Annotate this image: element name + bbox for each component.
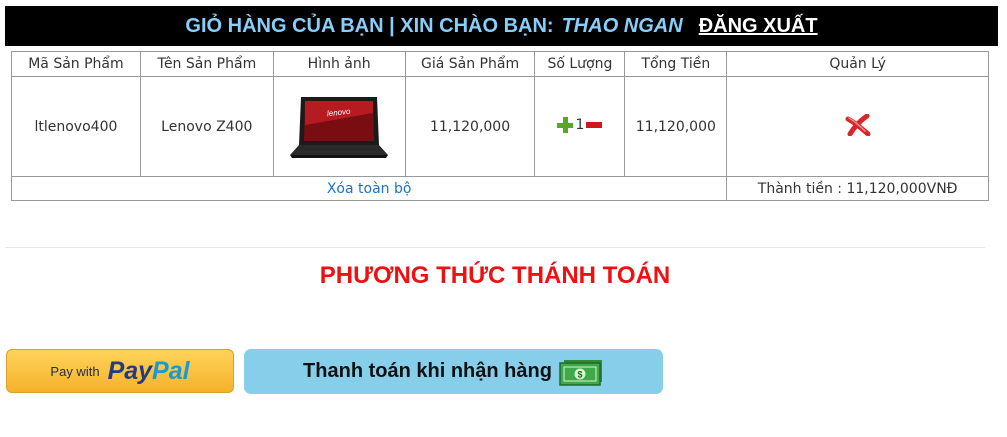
cart-header: GIỎ HÀNG CỦA BẠN | XIN CHÀO BẠN: THAO NG… — [5, 6, 998, 46]
paypal-prefix: Pay with — [50, 363, 100, 379]
column-header-price: Giá Sản Phẩm — [404, 51, 536, 77]
cart-table: Mã Sản Phẩm Tên Sản Phẩm Hình ảnh Giá Sả… — [10, 51, 989, 201]
table-header-row: Mã Sản Phẩm Tên Sản Phẩm Hình ảnh Giá Sả… — [11, 51, 989, 77]
quantity-cell: 1 — [534, 76, 626, 177]
delete-icon[interactable] — [845, 113, 871, 136]
username: THAO NGAN — [561, 14, 683, 37]
paypal-logo: PayPal — [108, 357, 190, 386]
product-image-cell: lenovo — [272, 76, 406, 177]
column-header-quantity: Số Lượng — [534, 51, 626, 77]
minus-icon[interactable] — [586, 121, 603, 128]
product-name: Lenovo Z400 — [139, 76, 274, 177]
logout-link[interactable]: ĐĂNG XUẤT — [699, 15, 818, 38]
cash-icon: $ — [559, 359, 602, 386]
column-header-name: Tên Sản Phẩm — [139, 51, 274, 77]
column-header-manage: Quản Lý — [726, 51, 989, 77]
product-price: 11,120,000 — [404, 76, 536, 177]
manage-cell — [726, 76, 989, 177]
cash-on-delivery-button[interactable]: Thanh toán khi nhận hàng $ — [244, 349, 663, 394]
quantity-stepper: 1 — [557, 116, 603, 133]
paypal-logo-part2: Pal — [152, 356, 190, 385]
cart-title: GIỎ HÀNG CỦA BẠN | XIN CHÀO BẠN: — [185, 14, 554, 37]
table-footer-row: Xóa toàn bộ Thành tiền : 11,120,000VNĐ — [10, 176, 989, 201]
column-header-total: Tổng Tiền — [624, 51, 728, 77]
svg-text:$: $ — [577, 369, 582, 379]
product-image: lenovo — [290, 96, 389, 158]
clear-all-link[interactable]: Xóa toàn bộ — [327, 181, 412, 197]
payment-heading: PHƯƠNG THỨC THÁNH TOÁN — [319, 262, 671, 289]
plus-icon[interactable] — [557, 116, 574, 133]
grand-total: Thành tiền : 11,120,000VNĐ — [726, 176, 989, 201]
paypal-button[interactable]: Pay with PayPal — [6, 349, 234, 393]
clear-all-cell: Xóa toàn bộ — [10, 176, 728, 201]
cod-label: Thanh toán khi nhận hàng — [303, 360, 552, 382]
quantity-value: 1 — [575, 116, 585, 133]
product-total: 11,120,000 — [624, 76, 728, 177]
column-header-image: Hình ảnh — [272, 51, 406, 77]
paypal-logo-part1: Pay — [107, 356, 153, 385]
product-code: ltlenovo400 — [11, 76, 141, 177]
divider — [5, 247, 985, 248]
column-header-code: Mã Sản Phẩm — [11, 51, 141, 77]
table-row: ltlenovo400 Lenovo Z400 lenovo 11,120,00… — [11, 76, 989, 177]
